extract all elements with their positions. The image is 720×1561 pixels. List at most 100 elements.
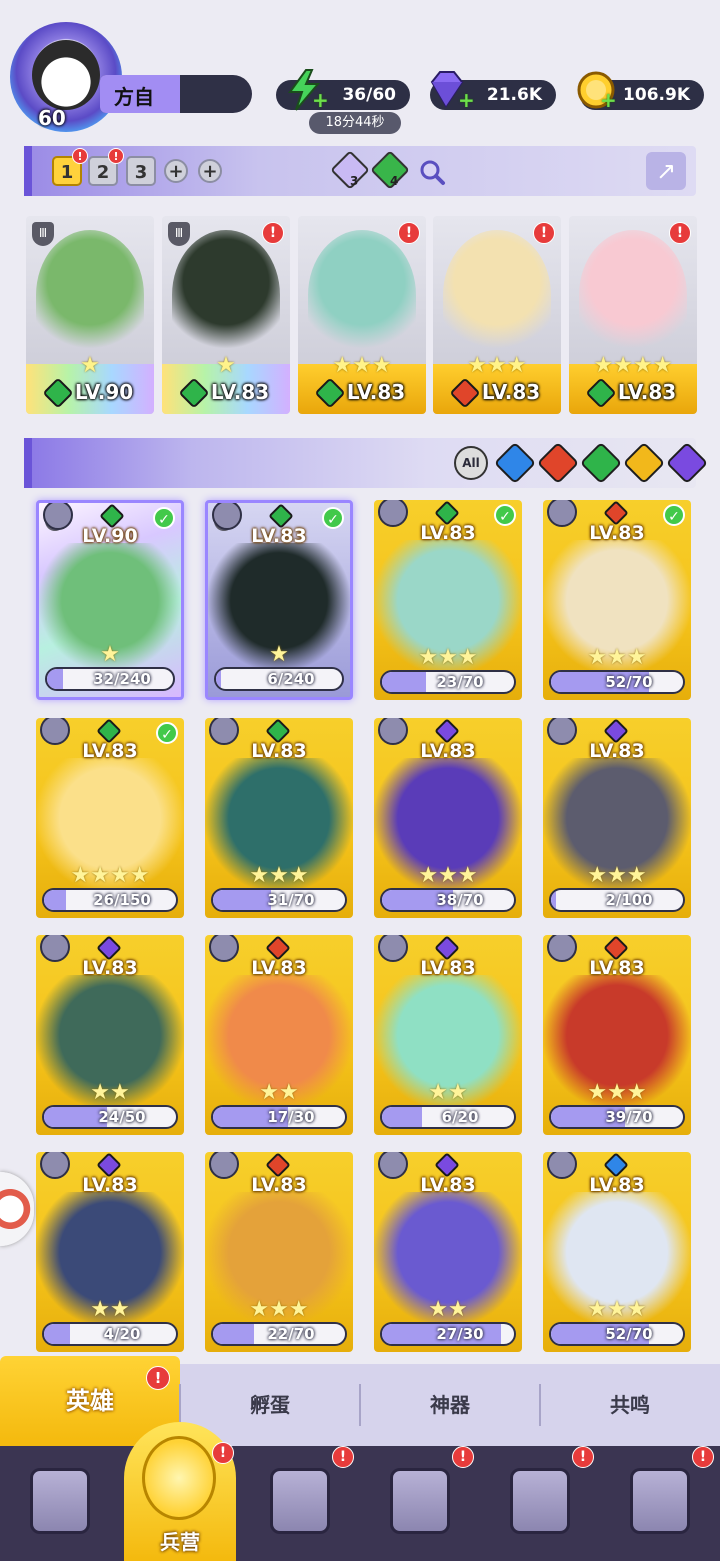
nature-element-icon (314, 377, 346, 409)
shard-count: 39/70 (605, 1108, 653, 1126)
team-hero-card[interactable]: ★ LV.83 Ⅲ! (162, 216, 290, 414)
magnify-icon[interactable] (418, 158, 446, 186)
hero-card[interactable]: LV.83 ★★★ 38/70 (374, 718, 522, 918)
hero-card[interactable]: LV.83 ★★★ 2/100 (543, 718, 691, 918)
alert-icon: ! (146, 1366, 170, 1390)
nav-cards[interactable] (0, 1446, 120, 1561)
top-header: 60 方自 36/60 + 18分44秒 21.6K + 106.9K + (0, 0, 720, 140)
tab-divider (539, 1384, 541, 1426)
hero-card[interactable]: LV.83 ✓ ★★★★ 26/150 (36, 718, 184, 918)
energy-timer: 18分44秒 (309, 112, 401, 134)
alert-icon: ! (669, 222, 691, 244)
alert-icon: ! (72, 148, 88, 164)
in-team-check-icon: ✓ (663, 504, 685, 526)
star-rating: ★ (269, 642, 289, 667)
hero-card[interactable]: LV.90✓Ⅲ★32/240 (36, 500, 184, 700)
nav-castle[interactable]: ! (360, 1446, 480, 1561)
filter-nature-icon[interactable] (579, 441, 623, 485)
filter-fire-icon[interactable] (536, 441, 580, 485)
mushroom-icon (510, 1468, 570, 1534)
hero-card[interactable]: LV.83 ★★★ 39/70 (543, 935, 691, 1135)
shard-progress-bar: 6/20 (380, 1105, 516, 1129)
gem-value: 21.6K (486, 85, 542, 105)
shard-icon (212, 503, 242, 530)
hero-card[interactable]: LV.83 ★★ 6/20 (374, 935, 522, 1135)
star-rating: ★ (80, 353, 100, 378)
tab-resonance[interactable]: 共鸣 (540, 1364, 720, 1446)
nav-guild[interactable]: ! (600, 1446, 720, 1561)
team-selector-bar: 1! 2! 3 + + 3 4 ↗ (24, 146, 696, 196)
team-hero-card[interactable]: ★★★ LV.83! (298, 216, 426, 414)
team-tab-4[interactable]: + (164, 159, 188, 183)
tab-divider (359, 1384, 361, 1426)
team-hero-card[interactable]: ★★★ LV.83! (433, 216, 561, 414)
element-filter-bar: All (24, 438, 709, 488)
tab-artifact[interactable]: 神器 (360, 1364, 540, 1446)
filter-all-button[interactable]: All (454, 446, 488, 480)
filter-dark-icon[interactable] (665, 441, 709, 485)
hero-level: LV.83 (346, 379, 406, 404)
hero-card[interactable]: LV.83✓Ⅲ★6/240 (205, 500, 353, 700)
hero-level: LV.83 (481, 379, 541, 404)
guild-icon (630, 1468, 690, 1534)
hero-card[interactable]: LV.83 ★★ 24/50 (36, 935, 184, 1135)
hero-card[interactable]: LV.83 ★★★ 52/70 (543, 1152, 691, 1352)
hero-card[interactable]: LV.83 ★★ 17/30 (205, 935, 353, 1135)
hero-portrait (443, 230, 551, 360)
hero-card[interactable]: LV.83 ✓ ★★★ 23/70 (374, 500, 522, 700)
star-rating: ★ (216, 353, 236, 378)
hero-sub-tabs: 英雄! 孵蛋 神器 共鸣 (0, 1356, 720, 1446)
barracks-icon (142, 1436, 216, 1520)
add-energy-icon[interactable]: + (312, 90, 329, 110)
add-gold-icon[interactable]: + (600, 90, 617, 110)
player-name: 方自 (114, 85, 154, 109)
shard-count: 26/150 (93, 891, 151, 909)
alert-icon: ! (692, 1446, 714, 1468)
shard-icon (43, 503, 73, 530)
star-rating: ★★★ (587, 645, 647, 670)
shard-count: 6/240 (267, 670, 315, 688)
star-rating: ★★★ (249, 1297, 309, 1322)
shard-progress-bar: 52/70 (549, 670, 685, 694)
nature-element-icon (585, 377, 617, 409)
nav-book[interactable]: ! (240, 1446, 360, 1561)
nav-barracks[interactable]: 兵营! (120, 1422, 240, 1561)
alert-icon: ! (262, 222, 284, 244)
add-gems-icon[interactable]: + (458, 90, 475, 110)
team-hero-card[interactable]: ★ LV.90 Ⅲ (26, 216, 154, 414)
hero-card[interactable]: LV.83 ★★★ 31/70 (205, 718, 353, 918)
team-gem-green-count: 4 (390, 174, 399, 188)
filter-water-icon[interactable] (493, 441, 537, 485)
hero-card[interactable]: LV.83 ✓ ★★★ 52/70 (543, 500, 691, 700)
floating-helper-avatar[interactable] (0, 1172, 34, 1246)
shard-count: 52/70 (605, 1325, 653, 1343)
alert-icon: ! (332, 1446, 354, 1468)
player-level: 60 (38, 106, 66, 130)
bottom-navigation: 兵营!!!!! (0, 1422, 720, 1561)
hero-portrait (308, 230, 416, 360)
book-icon (270, 1468, 330, 1534)
hero-portrait (172, 230, 280, 360)
team-tab-3[interactable]: 3 (126, 156, 156, 186)
share-icon[interactable]: ↗ (646, 152, 686, 190)
star-rating: ★★★ (587, 863, 647, 888)
team-tab-5[interactable]: + (198, 159, 222, 183)
star-rating: ★★★ (587, 1297, 647, 1322)
hero-card[interactable]: LV.83 ★★ 27/30 (374, 1152, 522, 1352)
star-rating: ★★★ (249, 863, 309, 888)
team-hero-card[interactable]: ★★★★ LV.83! (569, 216, 697, 414)
nature-element-icon (178, 377, 210, 409)
castle-icon (390, 1468, 450, 1534)
shard-progress-bar: 39/70 (549, 1105, 685, 1129)
player-name-bar[interactable]: 方自 (100, 75, 252, 113)
alert-icon: ! (452, 1446, 474, 1468)
shard-progress-bar: 31/70 (211, 888, 347, 912)
tab-divider (179, 1384, 181, 1426)
shard-progress-bar: 52/70 (549, 1322, 685, 1346)
nature-element-icon (42, 377, 74, 409)
in-team-check-icon: ✓ (156, 722, 178, 744)
filter-light-icon[interactable] (622, 441, 666, 485)
hero-card[interactable]: LV.83 ★★ 4/20 (36, 1152, 184, 1352)
hero-card[interactable]: LV.83 ★★★ 22/70 (205, 1152, 353, 1352)
nav-mushroom[interactable]: ! (480, 1446, 600, 1561)
